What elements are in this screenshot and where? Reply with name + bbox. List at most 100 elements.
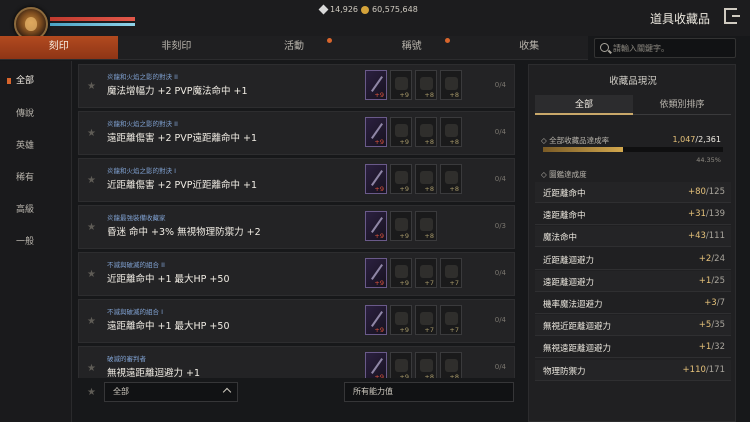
collection-row[interactable]: ★ 炎龍和火焰之影的對決 II 遠距離傷害 +2 PVP遠距離命中 +1 +9 +9 +8… [78,111,515,155]
row-effect: 遠距離命中 +1 最大HP +50 [107,321,230,332]
tab-label: 刻印 [48,41,69,52]
item-enchant-level: +9 [374,326,384,334]
row-effect: 無視遠距離迴避力 +1 [107,368,201,378]
diamond-icon [318,4,329,15]
item-slot[interactable]: +9 [365,305,387,335]
tab-4[interactable]: 收集 [470,36,588,59]
tab-0[interactable]: 刻印 [0,36,118,59]
grade-filter-dropdown[interactable]: 全部 [104,382,238,402]
notification-dot-icon [444,38,450,43]
collection-row[interactable]: ★ 炎龍和火焰之影的對決 I 近距離傷害 +2 PVP近距離命中 +1 +9 +9 +8 +… [78,158,515,202]
stat-value: +80/125 [688,187,725,197]
item-slot[interactable]: +9 [390,211,412,241]
item-slot[interactable]: +9 [390,352,412,378]
item-slot[interactable]: +8 [415,352,437,378]
sidebar-item-2[interactable]: 英雄 [0,136,72,156]
panel-tab-1[interactable]: 依類別排序 [633,95,731,115]
row-set-name: 炎龍和火焰之影的對決 II [107,73,178,81]
item-silhouette-icon [445,265,458,278]
item-slot[interactable]: +8 [415,117,437,147]
total-percent: 44.35% [696,156,721,164]
item-slot[interactable]: +9 [365,164,387,194]
item-slot[interactable]: +8 [415,70,437,100]
item-slot[interactable]: +9 [390,117,412,147]
favorite-star-icon[interactable]: ★ [87,128,96,139]
stat-name: 近距離命中 [543,189,586,199]
collection-row[interactable]: ★ 炎龍最強裝備收藏家 昏迷 命中 +3% 無視物理防禦力 +2 +9 +9 +8 0/3 [78,205,515,249]
item-slot[interactable]: +7 [415,258,437,288]
item-slot[interactable]: +8 [440,164,462,194]
item-silhouette-icon [395,359,408,372]
favorite-star-icon[interactable]: ★ [87,222,96,233]
item-enchant-level: +9 [399,138,409,146]
item-enchant-level: +9 [399,373,409,378]
item-slot[interactable]: +9 [390,258,412,288]
item-slot[interactable]: +8 [440,352,462,378]
row-effect: 近距離傷害 +2 PVP近距離命中 +1 [107,180,258,191]
item-silhouette-icon [445,171,458,184]
item-slot[interactable]: +7 [415,305,437,335]
item-silhouette-icon [420,265,433,278]
stat-row: 物理防禦力 +110/171 [535,359,731,381]
notification-dot-icon [326,38,332,43]
search-box[interactable] [594,38,736,58]
row-set-name: 炎龍和火焰之影的對決 II [107,120,178,128]
tab-3[interactable]: 稱號 [353,36,471,59]
favorite-filter-star-icon[interactable]: ★ [87,387,96,398]
top-bar: 14,926 60,575,648 道具收藏品 [0,0,750,41]
search-input[interactable] [613,39,733,57]
item-slot[interactable]: +7 [440,258,462,288]
stat-row: 無視遠距離迴避力 +1/32 [535,337,731,359]
collection-row[interactable]: ★ 破滅的審判者 無視遠距離迴避力 +1 +9 +9 +8 +8 0/4 [78,346,515,378]
collection-row[interactable]: ★ 不滅與破滅的組合 I 遠距離命中 +1 最大HP +50 +9 +9 +7 +7 0/4 [78,299,515,343]
search-icon[interactable] [600,43,609,52]
item-silhouette-icon [395,265,408,278]
total-progress-bar [543,147,723,152]
stat-current: +1 [698,275,712,286]
item-silhouette-icon [395,124,408,137]
item-slot[interactable]: +9 [390,305,412,335]
stat-name: 遠距離命中 [543,211,586,222]
item-slot[interactable]: +9 [365,211,387,241]
tab-2[interactable]: 活動 [235,36,353,59]
sidebar-item-0[interactable]: 全部 [0,71,72,91]
stat-row: 近距離迴避力 +2/24 [535,249,731,270]
item-enchant-level: +9 [374,373,384,378]
item-slot[interactable]: +8 [415,211,437,241]
item-slot[interactable]: +9 [365,117,387,147]
item-enchant-level: +9 [399,91,409,99]
panel-tab-0[interactable]: 全部 [535,95,633,115]
item-silhouette-icon [445,312,458,325]
item-slot[interactable]: +7 [440,305,462,335]
tab-1[interactable]: 非刻印 [118,36,236,59]
favorite-star-icon[interactable]: ★ [87,363,96,374]
sidebar-item-4[interactable]: 高級 [0,200,72,220]
favorite-star-icon[interactable]: ★ [87,269,96,280]
sidebar-item-1[interactable]: 傳說 [0,104,72,124]
item-slot[interactable]: +9 [365,70,387,100]
row-progress-count: 0/4 [494,363,506,371]
item-slot[interactable]: +9 [365,352,387,378]
favorite-star-icon[interactable]: ★ [87,175,96,186]
grade-filter-value: 全部 [113,387,129,396]
favorite-star-icon[interactable]: ★ [87,81,96,92]
favorite-star-icon[interactable]: ★ [87,316,96,327]
item-silhouette-icon [420,124,433,137]
panel-title: 收藏品現況 [609,76,657,87]
collection-list: ★ 炎龍和火焰之影的對決 II 魔法增幅力 +2 PVP魔法命中 +1 +9 +9 +8 +… [78,64,515,378]
item-slot[interactable]: +8 [440,117,462,147]
item-slot[interactable]: +8 [415,164,437,194]
item-slot[interactable]: +9 [390,70,412,100]
item-enchant-level: +7 [449,326,459,334]
item-slot[interactable]: +8 [440,70,462,100]
sidebar-item-3[interactable]: 稀有 [0,168,72,188]
item-enchant-level: +9 [374,232,384,240]
stat-filter-dropdown[interactable]: 所有能力值 [344,382,514,402]
item-slot[interactable]: +9 [365,258,387,288]
collection-row[interactable]: ★ 不滅與破滅的組合 II 近距離命中 +1 最大HP +50 +9 +9 +7 +7 0/4 [78,252,515,296]
sidebar-item-5[interactable]: 一般 [0,232,72,252]
collection-row[interactable]: ★ 炎龍和火焰之影的對決 II 魔法增幅力 +2 PVP魔法命中 +1 +9 +9 +8 +… [78,64,515,108]
item-enchant-level: +8 [424,138,434,146]
item-slot[interactable]: +9 [390,164,412,194]
exit-icon[interactable] [724,8,740,24]
